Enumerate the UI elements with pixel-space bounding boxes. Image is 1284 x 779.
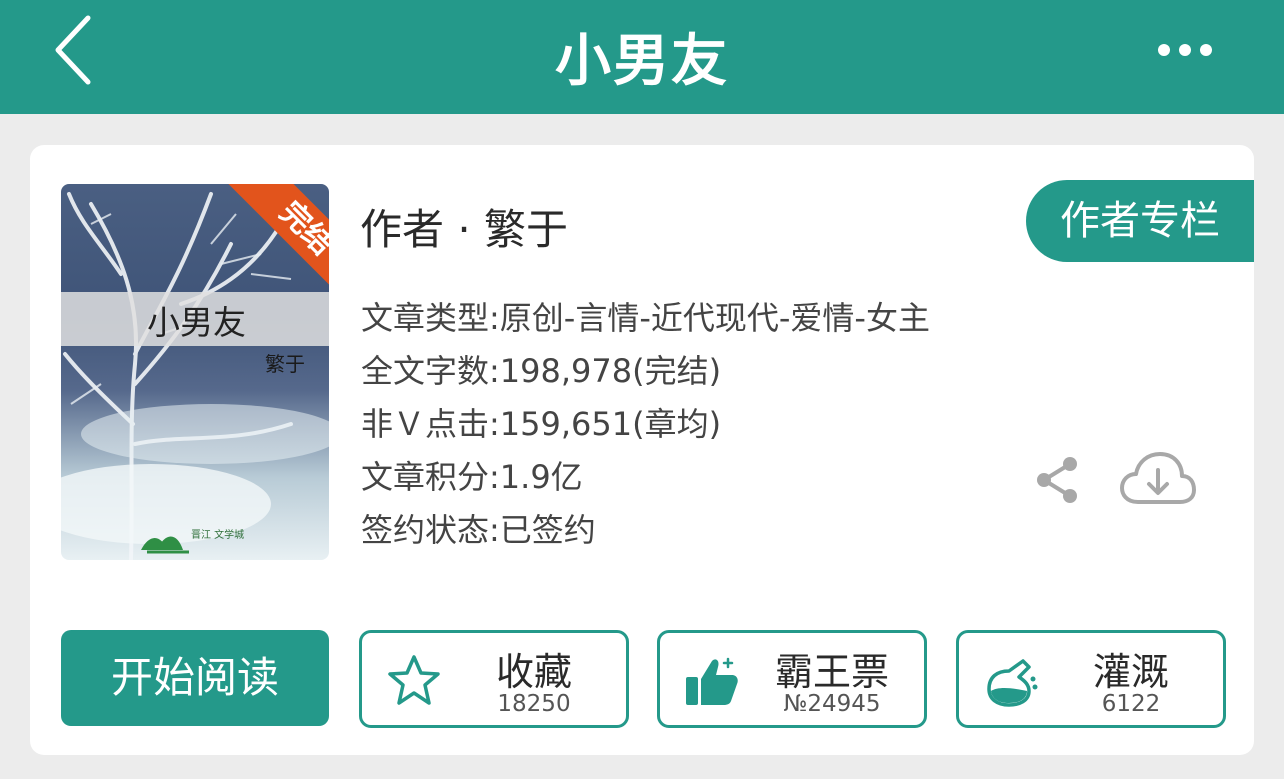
irrigate-label: 灌溉 xyxy=(1092,650,1169,694)
info-genre: 文章类型:原创-言情-近代现代-爱情-女主 xyxy=(361,299,930,337)
cover-author: 繁于 xyxy=(265,352,305,376)
thumbs-up-icon xyxy=(686,657,738,705)
app-header: 小男友 xyxy=(0,0,1284,114)
download-button[interactable] xyxy=(1118,450,1198,510)
overlord-ticket-button[interactable]: 霸王票 №24945 xyxy=(657,630,927,728)
info-clicks: 非Ｖ点击:159,651(章均) xyxy=(361,405,722,443)
book-cover[interactable]: 小男友 繁于 完结 晋江 文学城 xyxy=(61,184,329,560)
collect-count: 18250 xyxy=(497,691,571,717)
watering-flask-icon xyxy=(987,659,1038,707)
cloud-download-icon xyxy=(1120,452,1196,504)
collect-button[interactable]: 收藏 18250 xyxy=(359,630,629,728)
irrigate-count: 6122 xyxy=(1101,691,1161,717)
book-info: 文章类型:原创-言情-近代现代-爱情-女主 全文字数:198,978(完结) 非… xyxy=(361,292,930,557)
cover-title: 小男友 xyxy=(147,303,246,342)
overlord-ticket-label: 霸王票 xyxy=(774,650,889,694)
jjwxc-logo: 晋江 文学城 xyxy=(141,528,244,554)
share-button[interactable] xyxy=(1032,454,1084,506)
star-icon xyxy=(388,655,440,705)
logo-text: 晋江 文学城 xyxy=(191,528,244,541)
page-title: 小男友 xyxy=(555,29,729,94)
more-dots-icon xyxy=(1158,44,1212,56)
info-word-count: 全文字数:198,978(完结) xyxy=(361,352,722,390)
start-reading-button[interactable]: 开始阅读 xyxy=(61,630,329,726)
collect-label: 收藏 xyxy=(495,650,572,694)
overlord-ticket-count: №24945 xyxy=(783,691,881,717)
more-menu-button[interactable] xyxy=(1150,30,1220,70)
share-icon xyxy=(1037,457,1077,503)
info-sign-status: 签约状态:已签约 xyxy=(361,511,596,549)
author-name[interactable]: 作者 · 繁于 xyxy=(360,196,568,257)
info-score: 文章积分:1.9亿 xyxy=(361,458,583,496)
author-column-button[interactable]: 作者专栏 xyxy=(1026,180,1254,262)
irrigate-button[interactable]: 灌溉 6122 xyxy=(956,630,1226,728)
